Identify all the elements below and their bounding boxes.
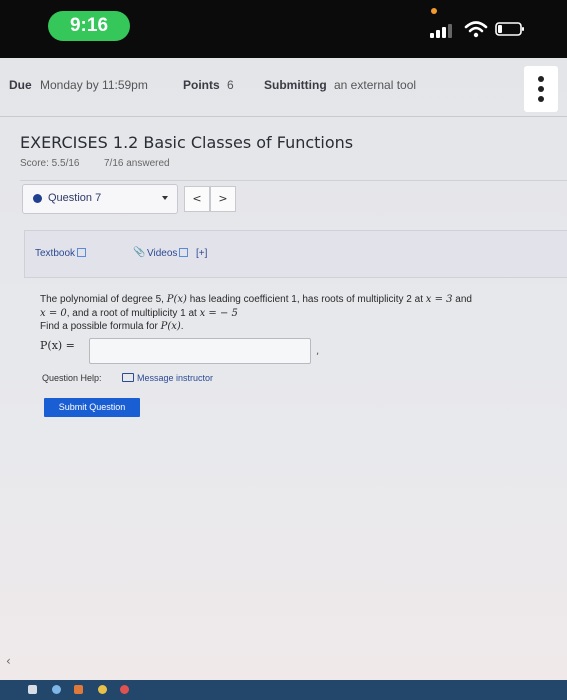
videos-link[interactable]: Videos <box>147 248 189 259</box>
app-icon[interactable] <box>98 685 107 694</box>
exercise-title: EXERCISES 1.2 Basic Classes of Functions <box>20 133 354 152</box>
points-label: Points <box>183 78 220 92</box>
math-expression: x = − 5 <box>199 308 238 319</box>
textbook-link[interactable]: Textbook <box>35 248 87 259</box>
back-chevron-icon[interactable]: ‹ <box>6 654 11 668</box>
app-icon[interactable] <box>52 685 61 694</box>
submitting-value: an external tool <box>334 78 417 92</box>
external-link-icon <box>179 248 189 257</box>
divider <box>20 180 567 181</box>
expand-videos-button[interactable]: [+] <box>196 248 207 259</box>
dropdown-caret-icon <box>162 196 168 200</box>
phone-status-bar: 9:16 <box>0 0 567 58</box>
question-text: Find a possible formula for <box>40 321 158 332</box>
battery-icon <box>495 22 524 36</box>
question-select[interactable]: Question 7 <box>22 184 178 214</box>
more-options-button[interactable] <box>524 66 558 112</box>
kebab-dot-icon <box>538 86 544 92</box>
assignment-details-bar: Due Monday by 11:59pm Points 6 Submittin… <box>0 58 567 116</box>
cellular-signal-icon <box>430 22 458 38</box>
message-instructor-link[interactable]: Message instructor <box>137 373 213 383</box>
question-text: The polynomial of degree 5, <box>40 294 164 305</box>
answer-input[interactable] <box>89 338 311 364</box>
question-help-label: Question Help: <box>42 373 102 383</box>
score-text: Score: 5.5/16 <box>20 158 80 169</box>
question-text-line-1: The polynomial of degree 5, P(x) has lea… <box>40 294 472 305</box>
submitting-label: Submitting <box>264 78 327 92</box>
wifi-icon <box>464 21 488 38</box>
math-expression: P(x) <box>160 321 181 332</box>
assignment-page: Due Monday by 11:59pm Points 6 Submittin… <box>0 58 567 700</box>
os-taskbar <box>0 680 567 700</box>
due-label: Due <box>9 78 32 92</box>
external-link-icon <box>77 248 87 257</box>
question-resources-box: Textbook 📎 Videos [+] <box>24 230 567 278</box>
status-time: 9:16 <box>48 11 130 41</box>
due-value: Monday by 11:59pm <box>40 78 148 92</box>
points-value: 6 <box>227 78 234 92</box>
answered-count: 7/16 answered <box>104 158 170 169</box>
submit-question-button[interactable]: Submit Question <box>44 398 140 417</box>
math-expression: x = 0 <box>40 308 67 319</box>
question-text: has leading coefficient 1, has roots of … <box>189 294 423 305</box>
app-icon[interactable] <box>120 685 129 694</box>
privacy-indicator-dot <box>431 8 437 14</box>
math-expression: x = 3 <box>425 294 453 305</box>
app-icon[interactable] <box>28 685 37 694</box>
kebab-dot-icon <box>538 76 544 82</box>
question-text: . <box>180 321 184 332</box>
next-question-button[interactable]: > <box>210 186 236 212</box>
math-expression: P(x) <box>166 294 187 305</box>
app-icon[interactable] <box>74 685 83 694</box>
divider <box>0 116 567 117</box>
videos-link-label: Videos <box>147 248 178 259</box>
answer-trailing-comma: , <box>316 346 320 357</box>
answer-label: P(x) = <box>40 339 75 352</box>
kebab-dot-icon <box>538 96 544 102</box>
previous-question-button[interactable]: < <box>184 186 210 212</box>
question-text: and <box>455 294 472 305</box>
question-status-dot-icon <box>33 194 42 203</box>
question-select-value: Question 7 <box>48 192 102 204</box>
envelope-icon <box>122 373 134 382</box>
question-text: , and a root of multiplicity 1 at <box>66 308 197 319</box>
textbook-link-label: Textbook <box>35 248 76 259</box>
question-text-line-2: x = 0, and a root of multiplicity 1 at x… <box>40 308 238 319</box>
paperclip-icon: 📎 <box>133 247 146 258</box>
question-text-line-3: Find a possible formula for P(x). <box>40 321 184 332</box>
